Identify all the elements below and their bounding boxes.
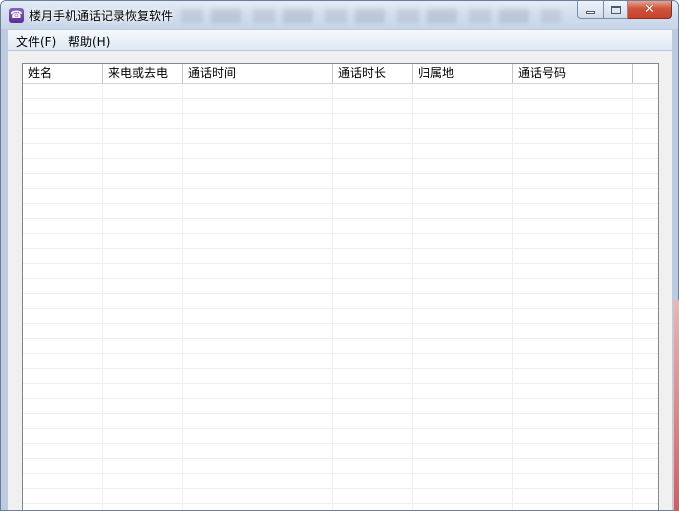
- column-header-direction[interactable]: 来电或去电: [103, 64, 183, 83]
- list-rows: [23, 84, 658, 510]
- grid-line: [512, 84, 513, 510]
- title-bar[interactable]: ☎ 楼月手机通话记录恢复软件 ✕: [1, 1, 678, 29]
- column-header-duration[interactable]: 通话时长: [333, 64, 413, 83]
- list-header: 姓名 来电或去电 通话时间 通话时长 归属地 通话号码: [23, 64, 658, 84]
- menu-bar: 文件(F) 帮助(H): [8, 30, 672, 51]
- column-header-filler: [633, 64, 658, 83]
- minimize-button[interactable]: [577, 1, 603, 19]
- column-header-call-time[interactable]: 通话时间: [183, 64, 333, 83]
- column-header-name[interactable]: 姓名: [23, 64, 103, 83]
- column-header-phone-number[interactable]: 通话号码: [513, 64, 633, 83]
- grid-line: [102, 84, 103, 510]
- menu-file[interactable]: 文件(F): [16, 33, 56, 50]
- grid-line: [332, 84, 333, 510]
- caption-buttons: ✕: [577, 1, 672, 20]
- minimize-icon: [586, 11, 595, 14]
- menu-help[interactable]: 帮助(H): [68, 33, 110, 50]
- maximize-button[interactable]: [603, 1, 628, 19]
- close-button[interactable]: ✕: [628, 1, 672, 19]
- close-icon: ✕: [644, 2, 655, 17]
- call-log-list[interactable]: 姓名 来电或去电 通话时间 通话时长 归属地 通话号码: [22, 63, 659, 510]
- window-title: 楼月手机通话记录恢复软件: [29, 9, 174, 23]
- client-area: 姓名 来电或去电 通话时间 通话时长 归属地 通话号码: [8, 51, 672, 510]
- grid-line: [412, 84, 413, 510]
- background-window-edge: [674, 300, 679, 511]
- grid-line: [632, 84, 633, 510]
- app-window: ☎ 楼月手机通话记录恢复软件 ✕ 文件(F) 帮助(H) 姓名 来电或去电 通话…: [0, 0, 679, 511]
- phone-icon[interactable]: ☎: [9, 8, 24, 23]
- column-header-location[interactable]: 归属地: [413, 64, 513, 83]
- maximize-icon: [610, 5, 621, 14]
- title-bar-background: [181, 9, 561, 23]
- grid-line: [182, 84, 183, 510]
